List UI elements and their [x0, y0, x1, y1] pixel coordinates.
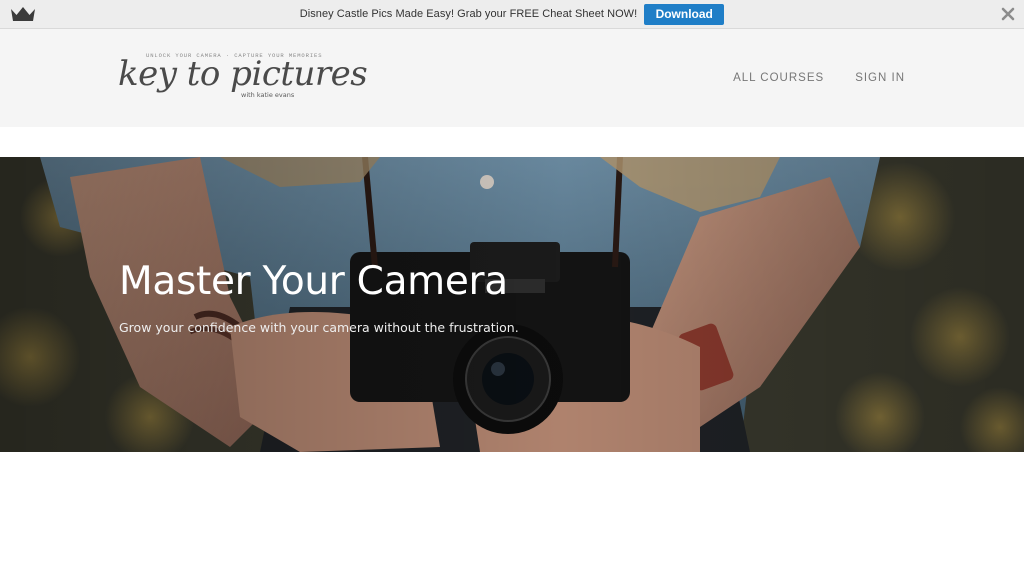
download-button[interactable]: Download	[644, 3, 725, 25]
hero-banner: Master Your Camera Grow your confidence …	[0, 157, 1024, 452]
nav-all-courses[interactable]: ALL COURSES	[733, 72, 824, 84]
main-nav: ALL COURSES SIGN IN	[733, 72, 905, 84]
logo-byline: with katie evans	[241, 91, 295, 99]
site-header: unlock your camera · capture your memori…	[0, 29, 1024, 127]
crown-icon	[11, 7, 35, 21]
site-logo[interactable]: unlock your camera · capture your memori…	[118, 48, 368, 112]
nav-sign-in[interactable]: SIGN IN	[855, 72, 905, 84]
hero-title: Master Your Camera	[119, 259, 508, 304]
logo-name: key to pictures	[118, 54, 368, 94]
hero-subtitle: Grow your confidence with your camera wi…	[119, 320, 519, 335]
promo-bar: Disney Castle Pics Made Easy! Grab your …	[0, 0, 1024, 29]
promo-text: Disney Castle Pics Made Easy! Grab your …	[299, 8, 638, 20]
close-icon[interactable]	[1001, 7, 1015, 21]
hero-background-image	[0, 157, 1024, 452]
